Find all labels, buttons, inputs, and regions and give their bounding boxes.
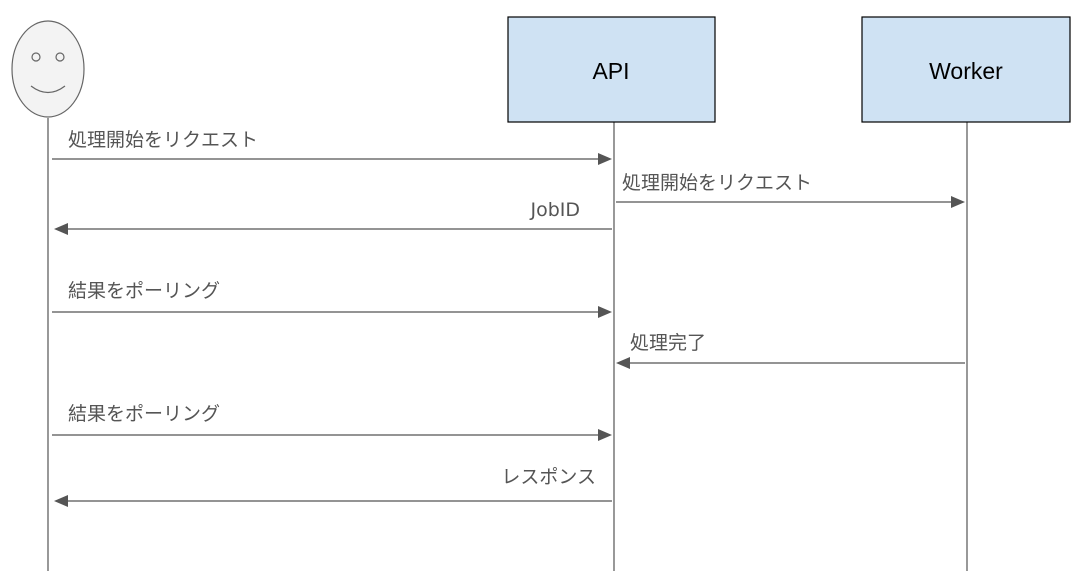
message-arrow: レスポンス — [54, 466, 612, 507]
participant-worker-label: Worker — [929, 58, 1003, 84]
message-arrow: 処理完了 — [616, 332, 965, 369]
message-arrow: 結果をポーリング — [52, 403, 612, 441]
message-label: 処理開始をリクエスト — [622, 172, 812, 194]
smiley-face-icon — [11, 20, 85, 118]
message-arrow: 処理開始をリクエスト — [616, 172, 965, 208]
message-arrow: JobID — [54, 199, 612, 235]
message-label: 結果をポーリング — [68, 403, 220, 425]
message-label: JobID — [529, 199, 580, 221]
message-label: 処理開始をリクエスト — [68, 129, 258, 151]
message-label: 結果をポーリング — [68, 280, 220, 302]
message-arrow: 処理開始をリクエスト — [52, 129, 612, 165]
participant-api: API — [507, 16, 716, 123]
message-label: 処理完了 — [630, 332, 706, 354]
sequence-diagram: API Worker 処理開始をリクエスト 処理開始をリクエスト JobID 結… — [11, 16, 1071, 571]
message-label: レスポンス — [501, 466, 596, 488]
participant-worker: Worker — [861, 16, 1071, 123]
participant-api-label: API — [592, 58, 629, 84]
message-arrow: 結果をポーリング — [52, 280, 612, 318]
